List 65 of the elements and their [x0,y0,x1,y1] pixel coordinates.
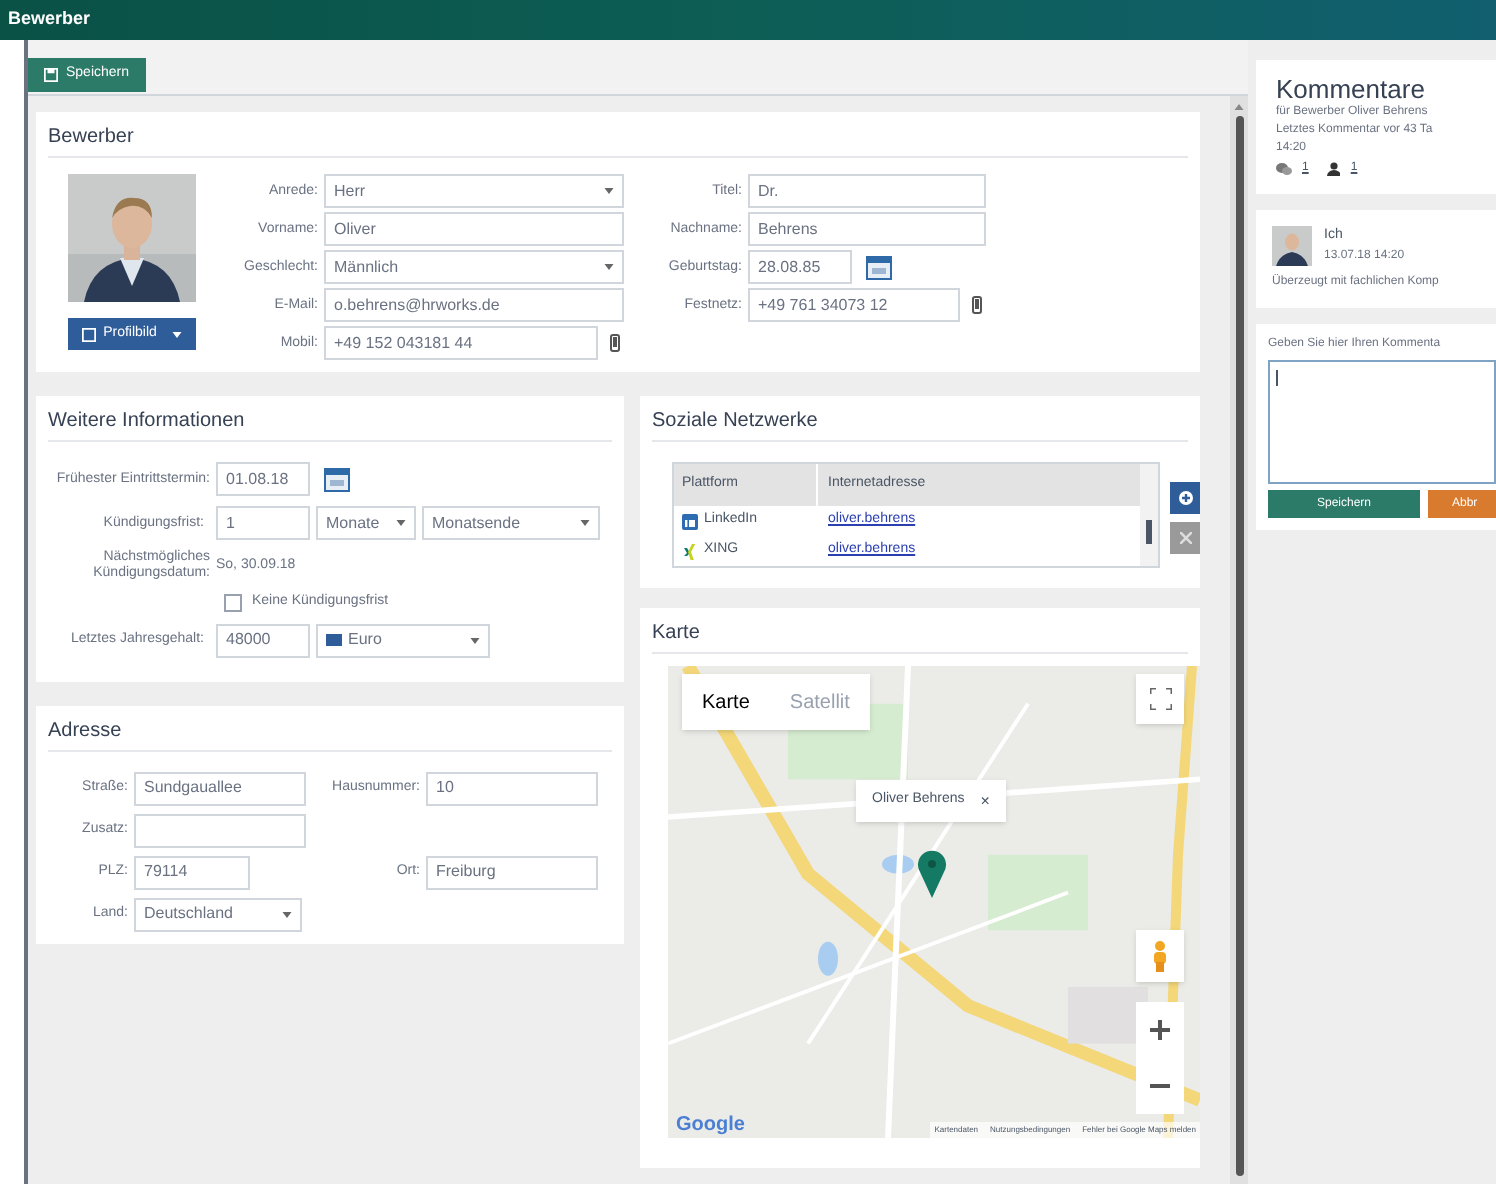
input-field[interactable]: Freiburg [426,855,598,889]
checkbox[interactable] [224,593,242,612]
map-logo: Google [676,1114,745,1138]
input-field[interactable]: 01.08.18 [216,462,310,496]
flag-icon [326,634,342,646]
input-field[interactable]: o.behrens@hrworks.de [324,288,624,322]
scrollbar[interactable] [1140,464,1158,566]
linkedin-icon [682,513,698,529]
minus-icon [1150,1084,1170,1088]
zoom-in-button[interactable] [1136,1002,1184,1058]
input-field[interactable]: Oliver [324,212,624,246]
caret-icon [470,637,480,643]
person-icon [1152,940,1168,972]
section-heading: Bewerber [48,124,134,150]
select-field[interactable]: Deutschland [134,897,302,931]
section-heading: Weitere Informationen [48,408,245,434]
close-icon [1179,532,1191,544]
caret-icon [604,188,614,194]
close-button[interactable]: × [980,789,990,813]
select-field[interactable]: Euro [316,623,490,657]
scrollbar[interactable] [1230,96,1248,1184]
zoom-out-button[interactable] [1136,1058,1184,1114]
input-field[interactable]: 28.08.85 [748,250,852,284]
plus-icon [1150,1020,1170,1040]
input-field[interactable]: +49 152 043181 44 [324,326,598,360]
xing-icon [682,543,698,559]
caret-icon [580,520,590,526]
input-field[interactable]: Sundgauallee [134,771,306,805]
fullscreen-icon [1149,688,1171,710]
window-title: Bewerber [8,6,91,33]
select-field[interactable]: Monate [316,506,416,540]
arrow-up-icon [1234,104,1244,110]
input-field[interactable]: 48000 [216,623,310,657]
comment-input[interactable] [1268,360,1496,484]
people-icon [1324,162,1341,176]
select-field[interactable]: Herr [324,174,624,208]
caret-icon [604,264,614,270]
calendar-icon[interactable] [324,467,350,491]
map-type-tab[interactable]: Karte [682,674,770,730]
input-field[interactable]: 10 [426,771,598,805]
plus-icon [1177,490,1193,506]
speech-bubbles-icon [1276,162,1292,176]
input-field[interactable]: 1 [216,506,310,540]
input-field[interactable]: +49 761 34073 12 [748,288,960,322]
map-marker-icon [918,850,946,898]
add-button[interactable] [1170,482,1200,514]
input-field[interactable]: Dr. [748,174,986,208]
caret-icon [396,520,406,526]
caret-icon [172,331,183,337]
panel-title: Kommentare [1276,76,1427,104]
select-field[interactable]: Monatsende [422,506,600,540]
phone-icon [972,296,982,314]
section-heading: Adresse [48,717,122,743]
select-field[interactable]: Männlich [324,250,624,284]
input-field[interactable] [134,813,306,847]
scrollbar-thumb[interactable] [1235,116,1243,1176]
image-icon [81,327,96,341]
section-heading: Soziale Netzwerke [652,408,818,434]
input-field[interactable]: 79114 [134,855,250,889]
section-heading: Karte [652,620,700,646]
caret-icon [282,911,292,917]
phone-icon [610,334,620,352]
map-type-tab[interactable]: Satellit [769,674,870,730]
calendar-icon[interactable] [866,255,892,279]
input-field[interactable]: Behrens [748,212,986,246]
